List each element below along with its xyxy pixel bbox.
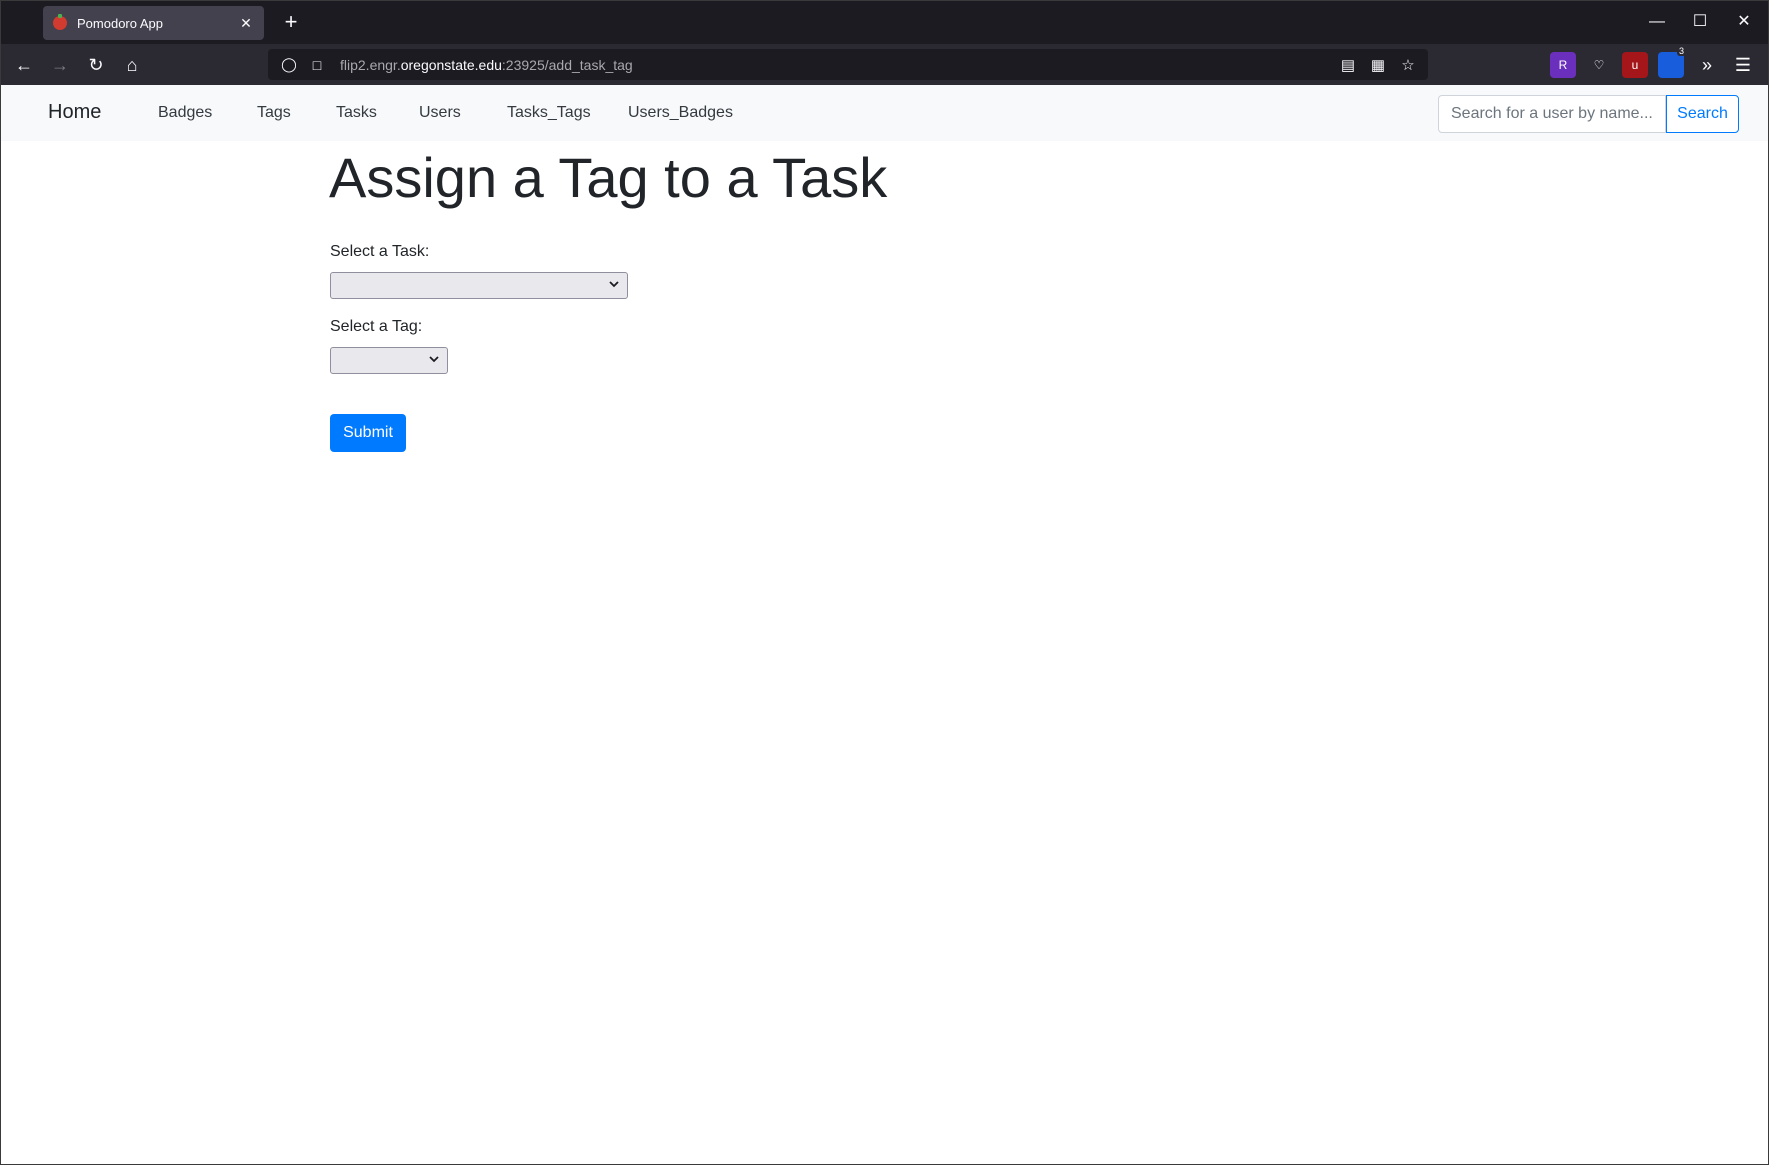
hamburger-menu-icon[interactable]: ☰ bbox=[1730, 52, 1756, 78]
task-select[interactable] bbox=[330, 272, 628, 299]
new-tab-button[interactable]: + bbox=[277, 8, 305, 36]
extension-r-icon[interactable]: R bbox=[1550, 52, 1576, 78]
home-icon[interactable]: ⌂ bbox=[117, 50, 147, 80]
maximize-icon[interactable]: ☐ bbox=[1680, 8, 1720, 36]
bookmark-star-icon[interactable]: ☆ bbox=[1398, 56, 1418, 74]
pocket-icon[interactable]: ♡ bbox=[1586, 52, 1612, 78]
browser-tab-bar: Pomodoro App ✕ + — ☐ ✕ bbox=[0, 0, 1769, 44]
nav-home-link[interactable]: Home bbox=[48, 101, 101, 124]
tag-select-label: Select a Tag: bbox=[330, 318, 423, 335]
submit-button[interactable]: Submit bbox=[330, 414, 406, 452]
reload-icon[interactable]: ↻ bbox=[81, 50, 111, 80]
browser-toolbar: ← → ↻ ⌂ ◯ □ flip2.engr.oregonstate.edu:2… bbox=[0, 44, 1769, 85]
window-close-icon[interactable]: ✕ bbox=[1724, 8, 1764, 36]
task-select-label: Select a Task: bbox=[330, 243, 430, 260]
url-actions: ▤ ▦ ☆ bbox=[1338, 49, 1418, 80]
nav-link-badges[interactable]: Badges bbox=[158, 104, 212, 122]
nav-link-tags[interactable]: Tags bbox=[257, 104, 291, 122]
tab-close-icon[interactable]: ✕ bbox=[238, 15, 254, 32]
back-arrow-icon[interactable]: ← bbox=[9, 50, 39, 80]
extension-badge: 3 bbox=[1676, 46, 1686, 56]
browser-tab[interactable]: Pomodoro App ✕ bbox=[43, 6, 264, 40]
tag-select[interactable] bbox=[330, 347, 448, 374]
nav-link-tasks[interactable]: Tasks bbox=[336, 104, 377, 122]
tab-title: Pomodoro App bbox=[77, 15, 164, 31]
user-search-input[interactable] bbox=[1438, 95, 1666, 133]
chevron-down-icon bbox=[429, 356, 439, 363]
address-bar[interactable]: ◯ □ flip2.engr.oregonstate.edu:23925/add… bbox=[268, 49, 1428, 80]
url-text[interactable]: flip2.engr.oregonstate.edu:23925/add_tas… bbox=[340, 57, 633, 73]
url-prefix: flip2.engr. bbox=[340, 56, 401, 73]
minimize-icon[interactable]: — bbox=[1637, 8, 1677, 36]
qr-grid-icon[interactable]: ▦ bbox=[1368, 56, 1388, 74]
page-title: Assign a Tag to a Task bbox=[329, 146, 888, 209]
reader-view-icon[interactable]: ▤ bbox=[1338, 56, 1358, 74]
nav-link-users[interactable]: Users bbox=[419, 104, 461, 122]
nav-link-tasks-tags[interactable]: Tasks_Tags bbox=[507, 104, 591, 122]
ublock-icon[interactable]: u bbox=[1622, 52, 1648, 78]
url-suffix: :23925/add_task_tag bbox=[501, 56, 633, 73]
insecure-lock-icon[interactable]: □ bbox=[306, 57, 328, 73]
tomato-favicon-icon bbox=[53, 14, 67, 30]
forward-arrow-icon[interactable]: → bbox=[45, 50, 75, 80]
site-navbar: Home Badges Tags Tasks Users Tasks_Tags … bbox=[1, 85, 1768, 141]
overflow-chevrons-icon[interactable]: » bbox=[1694, 52, 1720, 78]
chevron-down-icon bbox=[609, 281, 619, 288]
url-domain: oregonstate.edu bbox=[400, 56, 502, 73]
bitwarden-icon[interactable]: 3 bbox=[1658, 46, 1686, 78]
shield-icon[interactable]: ◯ bbox=[278, 56, 300, 73]
search-button[interactable]: Search bbox=[1666, 95, 1739, 133]
nav-link-users-badges[interactable]: Users_Badges bbox=[628, 104, 733, 122]
